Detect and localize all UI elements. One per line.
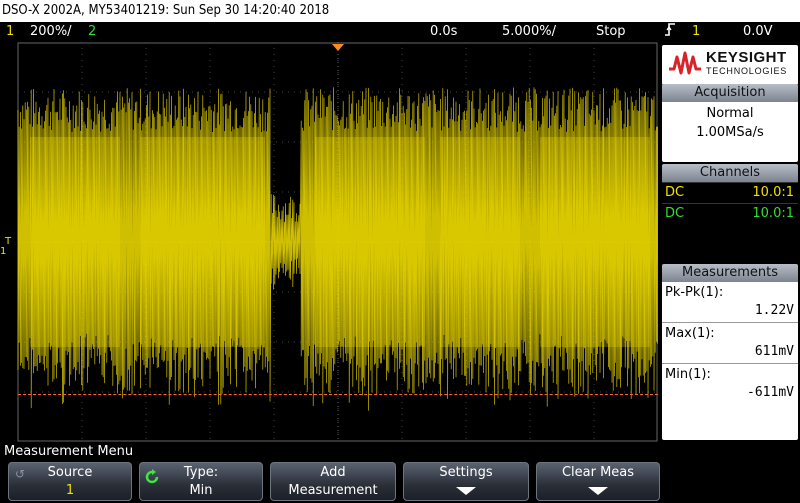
ch1-probe: 10.0:1 — [752, 185, 794, 200]
softkey-bar: ↺ Source 1 Type: Min Add Measurement Set… — [0, 462, 800, 503]
ch1-scale[interactable]: 200%/ — [30, 22, 72, 41]
sample-rate: 1.00MSa/s — [696, 125, 764, 140]
type-softkey-label: Type: — [183, 465, 219, 480]
type-softkey[interactable]: Type: Min — [139, 462, 263, 501]
waveform-display[interactable]: T 1 — [0, 42, 660, 442]
submenu-arrow-icon — [456, 487, 476, 495]
ch1-ground-label: 1 — [0, 246, 7, 257]
settings-softkey-label: Settings — [439, 465, 493, 480]
meas-label-max: Max(1): — [665, 326, 715, 341]
meas-value-min: -611mV — [662, 384, 798, 402]
meas-label-pkpk: Pk-Pk(1): — [665, 285, 724, 300]
add-softkey-label2: Measurement — [288, 483, 378, 498]
status-bar: 1 200%/ 2 0.0s 5.000%/ Stop 1 0.0V — [0, 22, 800, 41]
source-softkey-label: Source — [47, 465, 93, 480]
measurements-header[interactable]: Measurements — [662, 264, 798, 282]
acquisition-header[interactable]: Acquisition — [662, 84, 798, 102]
source-softkey[interactable]: ↺ Source 1 — [8, 462, 132, 501]
keysight-logo: KEYSIGHT TECHNOLOGIES — [662, 45, 798, 85]
channels-panel: DC 10.0:1 DC 10.0:1 — [662, 182, 798, 226]
settings-softkey[interactable]: Settings — [403, 462, 529, 501]
run-state[interactable]: Stop — [596, 22, 626, 41]
clear-meas-softkey-label: Clear Meas — [561, 465, 635, 480]
ch2-probe: 10.0:1 — [752, 206, 794, 221]
acquisition-mode: Normal — [706, 106, 754, 121]
time-scale[interactable]: 5.000%/ — [502, 22, 556, 41]
ch1-coupling: DC — [665, 185, 685, 200]
add-measurement-softkey[interactable]: Add Measurement — [270, 462, 396, 501]
type-softkey-value: Min — [189, 483, 213, 498]
ch2-number[interactable]: 2 — [88, 22, 96, 41]
channels-header[interactable]: Channels — [662, 164, 798, 182]
time-delay[interactable]: 0.0s — [430, 22, 457, 41]
clear-meas-softkey[interactable]: Clear Meas — [536, 462, 660, 501]
channel-row-1[interactable]: DC 10.0:1 — [662, 182, 798, 203]
acquisition-panel: Normal 1.00MSa/s — [662, 102, 798, 162]
trigger-level[interactable]: 0.0V — [743, 22, 773, 41]
ch1-waveform — [17, 87, 658, 411]
meas-value-max: 611mV — [662, 343, 798, 361]
trigger-source[interactable]: 1 — [692, 22, 700, 41]
ch2-coupling: DC — [665, 206, 685, 221]
source-softkey-value: 1 — [65, 483, 75, 498]
meas-label-min: Min(1): — [665, 367, 711, 382]
channel-row-2[interactable]: DC 10.0:1 — [662, 203, 798, 224]
submenu-arrow-icon-2 — [588, 487, 608, 495]
rising-edge-icon — [664, 22, 676, 43]
menu-title: Measurement Menu — [4, 444, 134, 459]
ch1-number[interactable]: 1 — [6, 22, 14, 41]
keysight-wave-icon — [669, 51, 701, 75]
reference-line — [18, 394, 658, 395]
logo-brand: KEYSIGHT — [706, 49, 787, 66]
window-title: DSO-X 2002A, MY53401219: Sun Sep 30 14:2… — [0, 0, 800, 22]
trigger-position-marker — [332, 44, 344, 51]
measurements-panel: Pk-Pk(1): 1.22V Max(1): 611mV Min(1): -6… — [662, 282, 798, 440]
ground-marker[interactable]: T 1 — [0, 237, 14, 257]
logo-sub: TECHNOLOGIES — [706, 66, 788, 76]
add-softkey-label: Add — [320, 465, 346, 480]
meas-value-pkpk: 1.22V — [662, 302, 798, 320]
